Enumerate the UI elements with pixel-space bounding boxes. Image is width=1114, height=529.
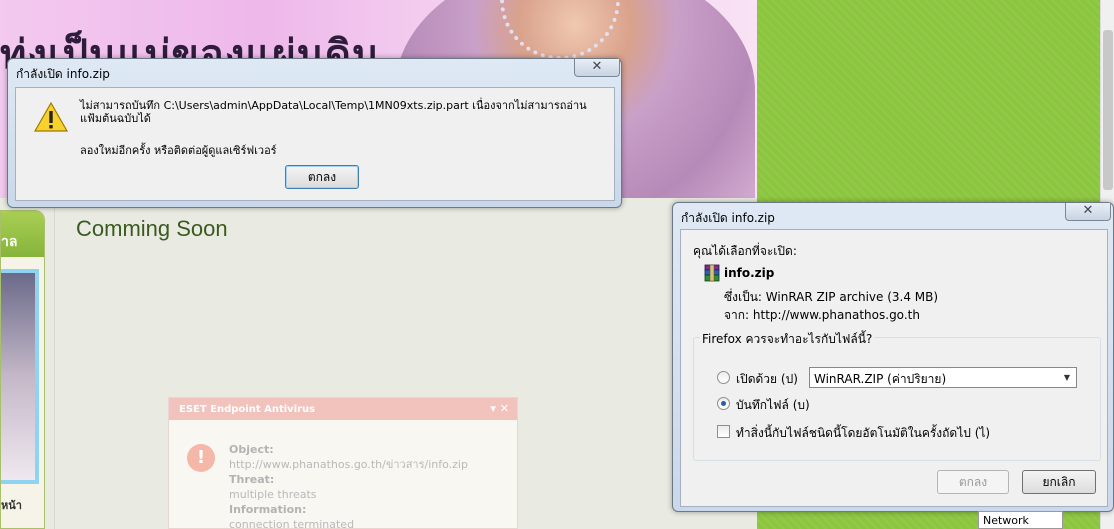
eset-header: ESET Endpoint Antivirus ▾ ✕ — [169, 398, 517, 420]
open-ok-button[interactable]: ตกลง — [937, 470, 1009, 494]
eset-window-controls[interactable]: ▾ ✕ — [490, 402, 509, 415]
left-panel-header: าล — [1, 211, 44, 257]
warning-icon — [34, 102, 68, 132]
open-file-dialog: กำลังเปิด info.zip ✕ คุณได้เลือกที่จะเปิ… — [672, 202, 1114, 512]
scrollbar-thumb[interactable] — [1103, 30, 1113, 190]
error-dialog: กำลังเปิด info.zip ✕ ไม่สามารถบันทึก C:\… — [7, 58, 622, 208]
eset-object-value: http://www.phanathos.go.th/ข่าวสาร/info.… — [229, 458, 468, 471]
error-dialog-title: กำลังเปิด info.zip — [16, 67, 110, 81]
network-tooltip: Network — [978, 511, 1063, 529]
eset-threat-label: Threat: — [229, 473, 275, 486]
left-panel: าล หน้า — [0, 210, 45, 529]
eset-notification[interactable]: ESET Endpoint Antivirus ▾ ✕ ! Object: ht… — [168, 397, 518, 529]
error-hint: ลองใหม่อีกครั้ง หรือติดต่อผู้ดูแลเซิร์ฟเ… — [80, 144, 277, 157]
save-file-label[interactable]: บันทึกไฟล์ (บ) — [736, 396, 810, 415]
open-with-label[interactable]: เปิดด้วย (ป) — [736, 370, 798, 389]
chevron-down-icon: ▼ — [1063, 373, 1071, 382]
eset-information-label: Information: — [229, 503, 307, 516]
save-file-radio[interactable] — [717, 397, 730, 410]
open-with-radio[interactable] — [717, 371, 730, 384]
eset-information-value: connection terminated — [229, 518, 355, 529]
eset-title: ESET Endpoint Antivirus — [179, 404, 316, 415]
remember-choice-label[interactable]: ทำสิ่งนี้กับไฟล์ชนิดนี้โดยอัตโนมัติในครั… — [736, 424, 990, 443]
main-heading: Comming Soon — [76, 216, 228, 241]
content-divider — [54, 198, 55, 529]
remember-choice-checkbox[interactable] — [717, 425, 730, 438]
open-dialog-close-button[interactable]: ✕ — [1065, 203, 1111, 221]
error-dialog-body: ไม่สามารถบันทึก C:\Users\admin\AppData\L… — [15, 87, 615, 201]
eset-details: Object: http://www.phanathos.go.th/ข่าวส… — [229, 442, 468, 529]
open-dialog-title: กำลังเปิด info.zip — [681, 211, 775, 225]
action-question: Firefox ควรจะทำอะไรกับไฟล์นี้? — [700, 330, 875, 349]
open-with-app-value: WinRAR.ZIP (ค่าปริยาย) — [814, 372, 947, 386]
error-message: ไม่สามารถบันทึก C:\Users\admin\AppData\L… — [80, 99, 587, 125]
file-source: จาก: http://www.phanathos.go.th — [724, 308, 920, 322]
open-with-app-select[interactable]: WinRAR.ZIP (ค่าปริยาย) ▼ — [809, 367, 1077, 388]
chosen-file-label: คุณได้เลือกที่จะเปิด: — [693, 244, 797, 258]
eset-object-label: Object: — [229, 443, 274, 456]
action-group: Firefox ควรจะทำอะไรกับไฟล์นี้? เปิดด้วย … — [693, 330, 1101, 461]
open-dialog-body: คุณได้เลือกที่จะเปิด: info.zip ซึ่งเป็น:… — [680, 229, 1108, 507]
error-dialog-close-button[interactable]: ✕ — [574, 59, 620, 77]
open-cancel-button[interactable]: ยกเลิก — [1022, 470, 1096, 494]
winrar-archive-icon — [704, 264, 720, 282]
left-panel-photo[interactable] — [1, 269, 39, 484]
eset-warning-icon: ! — [187, 444, 215, 472]
left-panel-caption[interactable]: หน้า — [1, 496, 22, 514]
file-name: info.zip — [724, 266, 775, 280]
eset-threat-value: multiple threats — [229, 488, 317, 501]
file-type: ซึ่งเป็น: WinRAR ZIP archive (3.4 MB) — [724, 290, 939, 304]
error-ok-button[interactable]: ตกลง — [285, 165, 359, 189]
